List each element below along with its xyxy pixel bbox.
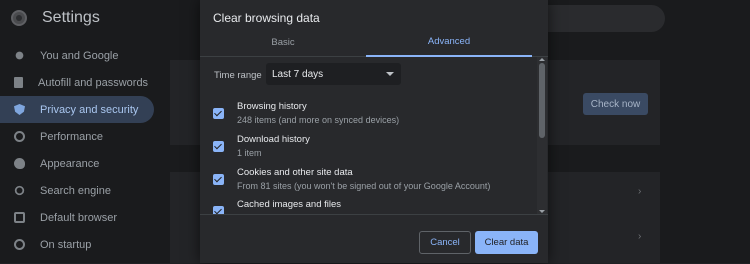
gauge-icon [14, 131, 25, 142]
sidebar-item-default-browser[interactable]: Default browser [0, 204, 160, 231]
sidebar-item-label: Appearance [40, 157, 100, 170]
sidebar-item-label: Default browser [40, 211, 118, 224]
cancel-button[interactable]: Cancel [419, 231, 471, 254]
cached-images-checkbox[interactable] [213, 206, 224, 214]
option-subtitle: 1 item [237, 148, 262, 158]
search-icon [14, 185, 25, 196]
option-subtitle: 248 items (and more on synced devices) [237, 115, 400, 125]
option-title: Cookies and other site data [237, 167, 353, 178]
clear-data-button[interactable]: Clear data [475, 231, 538, 254]
tab-basic[interactable]: Basic [200, 28, 366, 56]
sidebar-item-label: On startup [40, 238, 92, 251]
shield-icon [14, 104, 25, 115]
dropdown-arrow-icon [386, 72, 394, 76]
check-now-button[interactable]: Check now [583, 93, 648, 115]
chevron-right-icon[interactable]: › [638, 186, 641, 197]
power-icon [14, 239, 25, 250]
clear-browsing-data-dialog: Clear browsing data Basic Advanced Time … [200, 0, 548, 263]
sidebar-item-label: You and Google [40, 49, 119, 62]
dialog-tabs: Basic Advanced [200, 28, 548, 57]
scroll-up-arrow-icon[interactable] [539, 58, 545, 61]
dialog-scrollbar[interactable] [537, 57, 547, 214]
sidebar-item-autofill[interactable]: Autofill and passwords [0, 69, 160, 96]
scroll-down-arrow-icon[interactable] [539, 210, 545, 213]
sidebar-item-appearance[interactable]: Appearance [0, 150, 160, 177]
time-range-label: Time range [214, 70, 262, 81]
settings-sidebar: You and Google Autofill and passwords Pr… [0, 42, 160, 258]
browsing-history-checkbox[interactable] [213, 108, 224, 119]
sidebar-item-label: Search engine [40, 184, 111, 197]
palette-icon [14, 158, 25, 169]
dialog-content: Time range Last 7 days Browsing history … [200, 57, 540, 214]
option-title: Browsing history [237, 101, 307, 112]
settings-title: Settings [42, 9, 100, 26]
cookies-checkbox[interactable] [213, 174, 224, 185]
tab-advanced[interactable]: Advanced [366, 28, 532, 57]
option-subtitle: From 81 sites (you won't be signed out o… [237, 181, 491, 191]
user-icon [15, 51, 24, 60]
sidebar-item-label: Privacy and security [40, 103, 139, 116]
dialog-title: Clear browsing data [213, 11, 320, 25]
download-history-checkbox[interactable] [213, 141, 224, 152]
chrome-logo-icon [11, 10, 27, 26]
chevron-right-icon[interactable]: › [638, 231, 641, 242]
sidebar-item-performance[interactable]: Performance [0, 123, 160, 150]
browser-icon [14, 212, 25, 223]
document-icon [14, 77, 23, 88]
sidebar-item-on-startup[interactable]: On startup [0, 231, 160, 258]
time-range-value: Last 7 days [272, 68, 324, 80]
sidebar-item-privacy[interactable]: Privacy and security [0, 96, 154, 123]
scrollbar-thumb[interactable] [539, 63, 545, 138]
sidebar-item-label: Performance [40, 130, 103, 143]
sidebar-item-you-and-google[interactable]: You and Google [0, 42, 160, 69]
time-range-select[interactable]: Last 7 days [266, 63, 401, 85]
option-title: Download history [237, 134, 310, 145]
option-title: Cached images and files [237, 199, 342, 210]
dialog-footer: Cancel Clear data [200, 214, 548, 264]
sidebar-item-search-engine[interactable]: Search engine [0, 177, 160, 204]
sidebar-item-label: Autofill and passwords [38, 76, 149, 89]
